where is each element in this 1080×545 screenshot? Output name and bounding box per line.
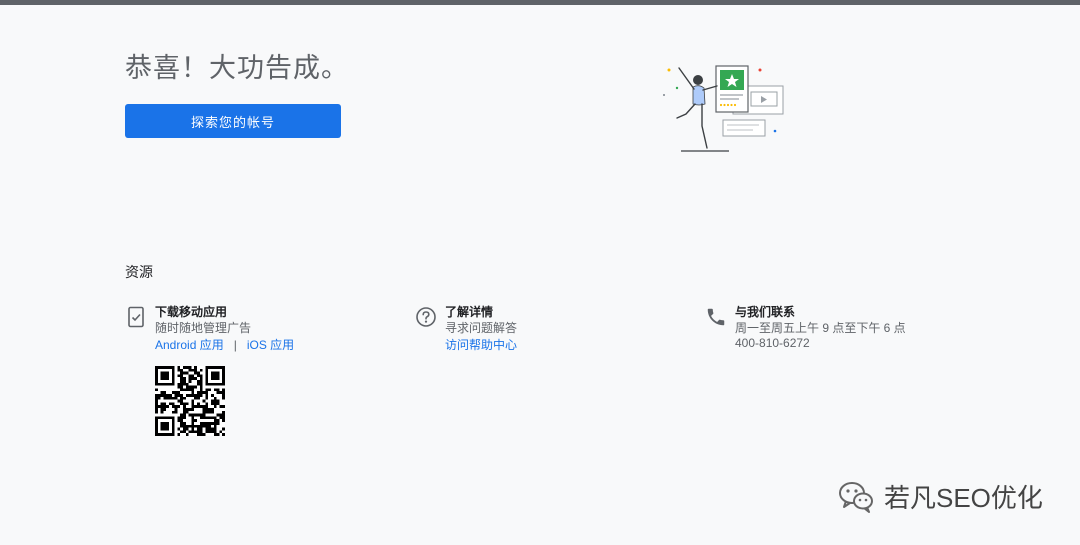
mobile-app-title: 下载移动应用 xyxy=(155,305,228,319)
mobile-phone-icon xyxy=(128,306,144,328)
phone-icon xyxy=(707,308,725,326)
qr-code xyxy=(155,366,225,436)
contact-phone: 400-810-6272 xyxy=(735,336,810,350)
wechat-logo-icon xyxy=(839,482,873,513)
page-title: 恭喜！大功告成。 xyxy=(125,53,349,83)
resource-contact: 与我们联系 周一至周五上午 9 点至下午 6 点 400-810-6272 xyxy=(705,304,955,354)
celebration-illustration xyxy=(663,65,784,152)
resources-title: 资源 xyxy=(125,264,153,280)
mobile-app-desc: 随时随地管理广告 xyxy=(155,321,252,335)
explore-account-button[interactable]: 探索您的帐号 xyxy=(125,104,341,138)
help-circle-icon xyxy=(416,307,436,327)
watermark: 若凡SEO优化 xyxy=(836,476,1043,516)
resource-mobile-app: 下载移动应用 随时随地管理广告 Android 应用 | iOS 应用 xyxy=(125,304,385,444)
top-bar xyxy=(0,0,1080,5)
link-separator: | xyxy=(233,338,237,352)
resource-help: 了解详情 寻求问题解答 访问帮助中心 xyxy=(415,304,655,354)
android-app-link[interactable]: Android 应用 xyxy=(155,338,224,352)
ios-app-link[interactable]: iOS 应用 xyxy=(247,338,294,352)
contact-hours: 周一至周五上午 9 点至下午 6 点 xyxy=(735,321,906,335)
help-center-link[interactable]: 访问帮助中心 xyxy=(445,338,517,352)
help-title: 了解详情 xyxy=(445,305,494,319)
help-desc: 寻求问题解答 xyxy=(445,321,518,335)
contact-title: 与我们联系 xyxy=(735,305,796,319)
watermark-text: 若凡SEO优化 xyxy=(884,482,1043,513)
